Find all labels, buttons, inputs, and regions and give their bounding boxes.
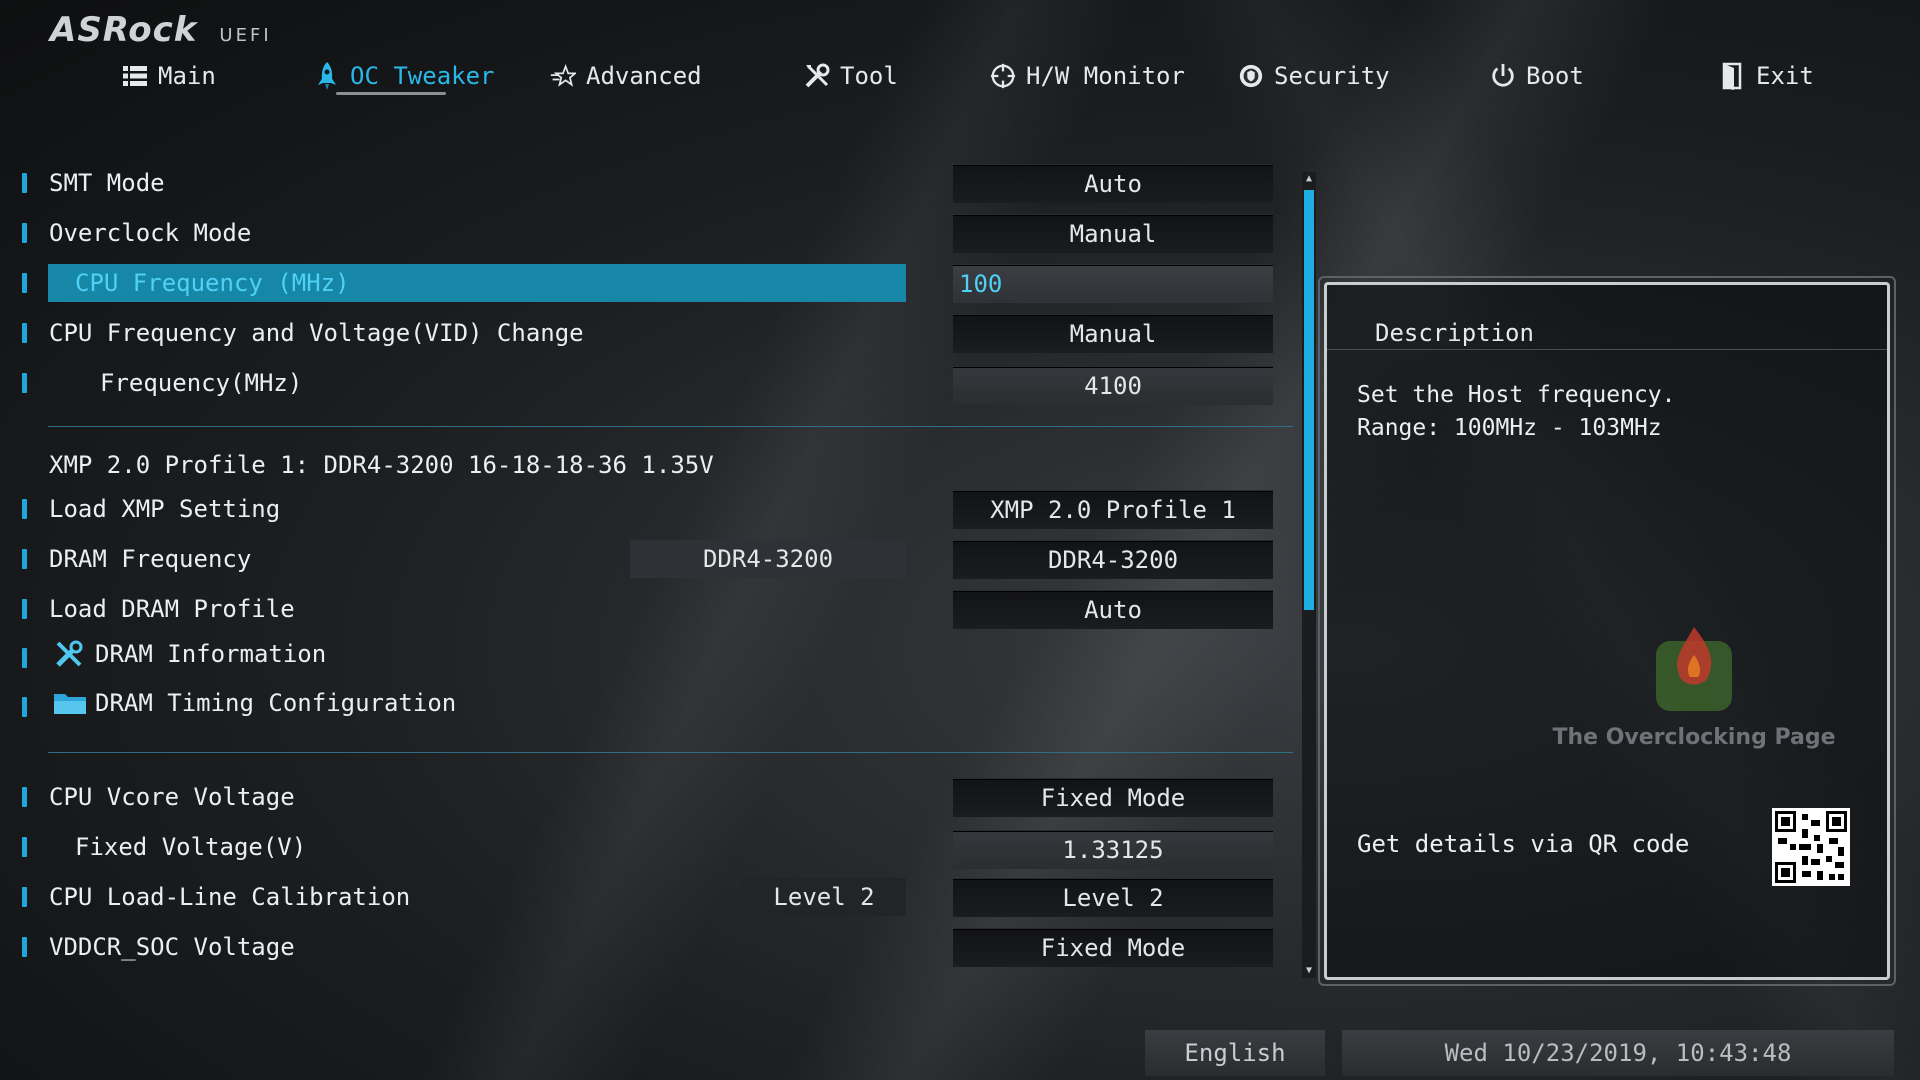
- tab-exit[interactable]: Exit: [1720, 56, 1814, 96]
- language-button[interactable]: English: [1145, 1030, 1325, 1076]
- qr-code: [1772, 808, 1850, 886]
- tab-hw-monitor[interactable]: H/W Monitor: [990, 56, 1185, 96]
- tab-main[interactable]: Main: [122, 56, 216, 96]
- description-panel: Description Set the Host frequency. Rang…: [1318, 276, 1896, 986]
- rocket-icon: [314, 62, 340, 90]
- load-dram-profile-value[interactable]: Auto: [953, 590, 1273, 629]
- scroll-down-arrow-icon[interactable]: ▼: [1302, 964, 1316, 978]
- tab-security[interactable]: Security: [1238, 56, 1390, 96]
- row-bullet: [22, 499, 27, 519]
- dram-frequency-current: DDR4-3200: [630, 540, 906, 578]
- row-bullet: [22, 323, 27, 343]
- setting-label: CPU Load-Line Calibration: [49, 883, 411, 911]
- row-bullet: [22, 937, 27, 957]
- cpu-vcore-value[interactable]: Fixed Mode: [953, 778, 1273, 817]
- llc-value[interactable]: Level 2: [953, 878, 1273, 917]
- folder-icon: [53, 689, 86, 717]
- frequency-value[interactable]: 4100: [953, 366, 1273, 405]
- datetime-display: Wed 10/23/2019, 10:43:48: [1342, 1030, 1894, 1076]
- setting-label: CPU Frequency (MHz): [75, 269, 350, 297]
- tab-boot[interactable]: Boot: [1490, 56, 1584, 96]
- row-bullet: [22, 787, 27, 807]
- row-bullet: [22, 223, 27, 243]
- row-bullet: [22, 549, 27, 569]
- section-divider: [48, 426, 1293, 427]
- tab-advanced[interactable]: Advanced: [550, 56, 702, 96]
- setting-label: CPU Vcore Voltage: [49, 783, 295, 811]
- shield-icon: [1238, 63, 1264, 89]
- setting-label: Fixed Voltage(V): [75, 833, 307, 861]
- vddcr-soc-value[interactable]: Fixed Mode: [953, 928, 1273, 967]
- setting-label: Load DRAM Profile: [49, 595, 295, 623]
- setting-label: VDDCR_SOC Voltage: [49, 933, 295, 961]
- smt-mode-value[interactable]: Auto: [953, 164, 1273, 203]
- setting-label: DRAM Frequency: [49, 545, 252, 573]
- overclock-mode-value[interactable]: Manual: [953, 214, 1273, 253]
- cpu-freq-vid-value[interactable]: Manual: [953, 314, 1273, 353]
- power-icon: [1490, 63, 1516, 89]
- description-title: Description: [1375, 319, 1534, 347]
- active-tab-indicator: [336, 92, 446, 95]
- flame-logo-icon: [1656, 627, 1732, 711]
- setting-label: Frequency(MHz): [100, 369, 303, 397]
- settings-scrollbar[interactable]: ▲ ▼: [1302, 172, 1316, 978]
- star-icon: [550, 63, 576, 89]
- setting-label: Load XMP Setting: [49, 495, 281, 523]
- setting-label: DRAM Timing Configuration: [95, 689, 457, 717]
- description-divider: [1327, 349, 1887, 350]
- tools-icon: [804, 63, 830, 89]
- tab-oc-tweaker[interactable]: OC Tweaker: [314, 56, 495, 96]
- cpu-frequency-input[interactable]: 100: [953, 264, 1273, 303]
- row-bullet: [22, 697, 27, 717]
- row-bullet: [22, 173, 27, 193]
- dram-frequency-value[interactable]: DDR4-3200: [953, 540, 1273, 579]
- description-text: Set the Host frequency. Range: 100MHz - …: [1357, 382, 1676, 441]
- row-bullet: [22, 887, 27, 907]
- asrock-logo: ASRock UEFI: [50, 10, 272, 50]
- uefi-label: UEFI: [219, 25, 272, 46]
- load-xmp-value[interactable]: XMP 2.0 Profile 1: [953, 490, 1273, 529]
- row-bullet: [22, 837, 27, 857]
- row-bullet: [22, 599, 27, 619]
- menu-dram-timing[interactable]: DRAM Timing Configuration: [0, 684, 1300, 722]
- row-bullet: [22, 648, 27, 668]
- qr-label: Get details via QR code: [1357, 830, 1690, 858]
- tab-tool[interactable]: Tool: [804, 56, 898, 96]
- section-divider: [48, 752, 1293, 753]
- setting-label: CPU Frequency and Voltage(VID) Change: [49, 319, 584, 347]
- setting-label: SMT Mode: [49, 169, 165, 197]
- top-nav: Main OC Tweaker Advanced Tool H/W Monito…: [0, 56, 1920, 96]
- list-icon: [122, 63, 148, 89]
- llc-current: Level 2: [742, 878, 906, 916]
- menu-dram-information[interactable]: DRAM Information: [0, 635, 1300, 673]
- row-bullet: [22, 273, 27, 293]
- tools-icon: [53, 640, 85, 668]
- exit-door-icon: [1720, 62, 1746, 90]
- scroll-up-arrow-icon[interactable]: ▲: [1302, 172, 1316, 186]
- crosshair-icon: [990, 63, 1016, 89]
- brand-name: ASRock: [50, 10, 198, 50]
- setting-label: Overclock Mode: [49, 219, 252, 247]
- watermark-text: The Overclocking Page: [1552, 725, 1836, 750]
- fixed-voltage-value[interactable]: 1.33125: [953, 830, 1273, 869]
- scrollbar-thumb[interactable]: [1304, 190, 1314, 610]
- setting-label: DRAM Information: [95, 640, 327, 668]
- xmp-profile-info: XMP 2.0 Profile 1: DDR4-3200 16-18-18-36…: [49, 451, 714, 479]
- watermark: The Overclocking Page: [1549, 625, 1839, 750]
- row-bullet: [22, 373, 27, 393]
